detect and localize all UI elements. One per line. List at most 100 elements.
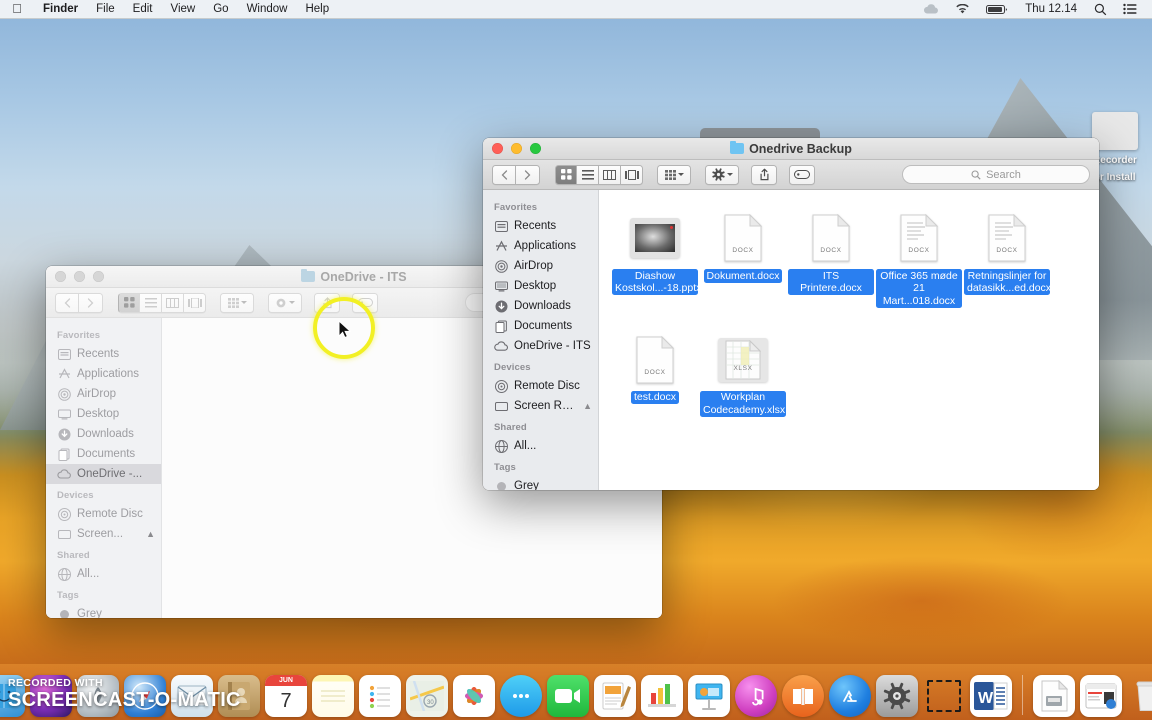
dock-app-system-preferences[interactable]: [876, 675, 918, 717]
dock-app-mail[interactable]: [171, 675, 213, 717]
dock-app-app-store[interactable]: [829, 675, 871, 717]
dock-app-siri[interactable]: [30, 675, 72, 717]
front-window-toolbar[interactable]: Search: [483, 160, 1099, 190]
sidebar-item-tag-grey[interactable]: Grey: [46, 604, 161, 618]
arrange-button[interactable]: [220, 292, 254, 313]
sidebar-item-recents[interactable]: Recents: [46, 344, 161, 364]
menu-item-help[interactable]: Help: [296, 0, 338, 19]
sidebar-item-airdrop[interactable]: AirDrop: [46, 384, 161, 404]
dock-app-messages[interactable]: [500, 675, 542, 717]
dock-app-ibooks[interactable]: [782, 675, 824, 717]
file-item[interactable]: DOCX Office 365 møde 21 Mart...018.docx: [875, 204, 963, 308]
sidebar-item-remote-disc[interactable]: Remote Disc: [483, 376, 598, 396]
cloud-icon[interactable]: [916, 3, 946, 15]
menu-item-view[interactable]: View: [162, 0, 205, 19]
sidebar-item-desktop[interactable]: Desktop: [46, 404, 161, 424]
dock-app-maps[interactable]: 30: [406, 675, 448, 717]
dock-app-microsoft-word[interactable]: W: [970, 675, 1012, 717]
tag-button[interactable]: [789, 164, 815, 185]
forward-button[interactable]: [79, 292, 103, 313]
battery-icon[interactable]: [979, 4, 1015, 15]
dock-trash[interactable]: [1127, 675, 1152, 717]
sidebar-item-downloads[interactable]: Downloads: [46, 424, 161, 444]
menu-item-finder[interactable]: Finder: [34, 0, 87, 19]
list-view-button[interactable]: [577, 164, 599, 185]
sidebar-item-onedrive[interactable]: OneDrive -...: [46, 464, 161, 484]
column-view-button[interactable]: [162, 292, 184, 313]
file-item[interactable]: DOCX Retningslinjer for datasikk...ed.do…: [963, 204, 1051, 308]
dock-app-contacts[interactable]: [218, 675, 260, 717]
sidebar-item-screen-recorder-drive[interactable]: Screen Re... ▲: [483, 396, 598, 416]
dock-app-calendar[interactable]: JUN 7: [265, 675, 307, 717]
menu-item-window[interactable]: Window: [238, 0, 297, 19]
spotlight-search-icon[interactable]: [1087, 3, 1114, 16]
gallery-view-button[interactable]: [621, 164, 643, 185]
sidebar-item-onedrive-its[interactable]: OneDrive - ITS: [483, 336, 598, 356]
menu-item-file[interactable]: File: [87, 0, 124, 19]
sidebar-item-all-network[interactable]: All...: [483, 436, 598, 456]
wifi-icon[interactable]: [948, 3, 977, 15]
sidebar-item-applications[interactable]: Applications: [46, 364, 161, 384]
sidebar-item-documents[interactable]: Documents: [483, 316, 598, 336]
dock-app-keynote[interactable]: [688, 675, 730, 717]
action-gear-button[interactable]: [268, 292, 302, 313]
action-gear-button[interactable]: [705, 164, 739, 185]
icon-view-button[interactable]: [118, 292, 140, 313]
dock-app-numbers[interactable]: [641, 675, 683, 717]
apple-logo-icon[interactable]: : [0, 2, 34, 17]
sidebar-item-applications[interactable]: Applications: [483, 236, 598, 256]
back-button[interactable]: [55, 292, 79, 313]
dock-app-safari[interactable]: [124, 675, 166, 717]
icon-view-button[interactable]: [555, 164, 577, 185]
sidebar-item-documents[interactable]: Documents: [46, 444, 161, 464]
dock-app-pages[interactable]: [594, 675, 636, 717]
control-center-icon[interactable]: [1116, 3, 1144, 15]
menu-bar-clock[interactable]: Thu 12.14: [1017, 3, 1085, 15]
dock-app-launchpad[interactable]: [77, 675, 119, 717]
back-button[interactable]: [492, 164, 516, 185]
dock-app-facetime[interactable]: [547, 675, 589, 717]
front-window-titlebar[interactable]: Onedrive Backup: [483, 138, 1099, 160]
dock[interactable]: JUN 7 30 W: [0, 664, 1152, 720]
file-item[interactable]: Diashow Kostskol...-18.pptx: [611, 204, 701, 308]
finder-window-onedrive-backup[interactable]: Onedrive Backup Search Favorites Recents…: [483, 138, 1099, 490]
sidebar-item-desktop[interactable]: Desktop: [483, 276, 598, 296]
gallery-view-button[interactable]: [184, 292, 206, 313]
sidebar-item-tag-grey[interactable]: Grey: [483, 476, 598, 490]
dock-app-itunes[interactable]: [735, 675, 777, 717]
menu-item-go[interactable]: Go: [204, 0, 237, 19]
sidebar-item-remote-disc[interactable]: Remote Disc: [46, 504, 161, 524]
dock-app-finder[interactable]: [0, 675, 25, 717]
file-item[interactable]: DOCX ITS Printere.docx: [787, 204, 875, 308]
back-view-mode-group[interactable]: [118, 292, 206, 313]
forward-button[interactable]: [516, 164, 540, 185]
menu-item-edit[interactable]: Edit: [124, 0, 162, 19]
eject-icon[interactable]: ▲: [146, 529, 155, 539]
front-window-sidebar[interactable]: Favorites Recents Applications AirDrop D…: [483, 190, 599, 490]
sidebar-item-all-network[interactable]: All...: [46, 564, 161, 584]
front-window-content-area[interactable]: Diashow Kostskol...-18.pptx DOCX Dokumen…: [599, 190, 1099, 490]
back-window-sidebar[interactable]: Favorites Recents Applications AirDrop D…: [46, 318, 162, 618]
dock-minimized-browser-window[interactable]: [1080, 675, 1122, 717]
arrange-button[interactable]: [657, 164, 691, 185]
back-nav-buttons[interactable]: [55, 292, 103, 313]
front-nav-buttons[interactable]: [492, 164, 540, 185]
dock-app-notes[interactable]: [312, 675, 354, 717]
share-button[interactable]: [751, 164, 777, 185]
dock-minimized-document-stack[interactable]: [1033, 675, 1075, 717]
sidebar-item-airdrop[interactable]: AirDrop: [483, 256, 598, 276]
eject-icon[interactable]: ▲: [583, 401, 592, 411]
dock-app-reminders[interactable]: [359, 675, 401, 717]
sidebar-item-screen-recorder-drive[interactable]: Screen... ▲: [46, 524, 161, 544]
sidebar-item-recents[interactable]: Recents: [483, 216, 598, 236]
sidebar-item-downloads[interactable]: Downloads: [483, 296, 598, 316]
dock-app-screencast-o-matic[interactable]: [923, 675, 965, 717]
file-item[interactable]: DOCX test.docx: [611, 326, 699, 417]
front-search-field[interactable]: Search: [902, 165, 1090, 184]
front-view-mode-group[interactable]: [555, 164, 643, 185]
dock-app-photos[interactable]: [453, 675, 495, 717]
list-view-button[interactable]: [140, 292, 162, 313]
file-item[interactable]: XLSX Workplan Codecademy.xlsx: [699, 326, 787, 417]
column-view-button[interactable]: [599, 164, 621, 185]
file-item[interactable]: DOCX Dokument.docx: [699, 204, 787, 308]
